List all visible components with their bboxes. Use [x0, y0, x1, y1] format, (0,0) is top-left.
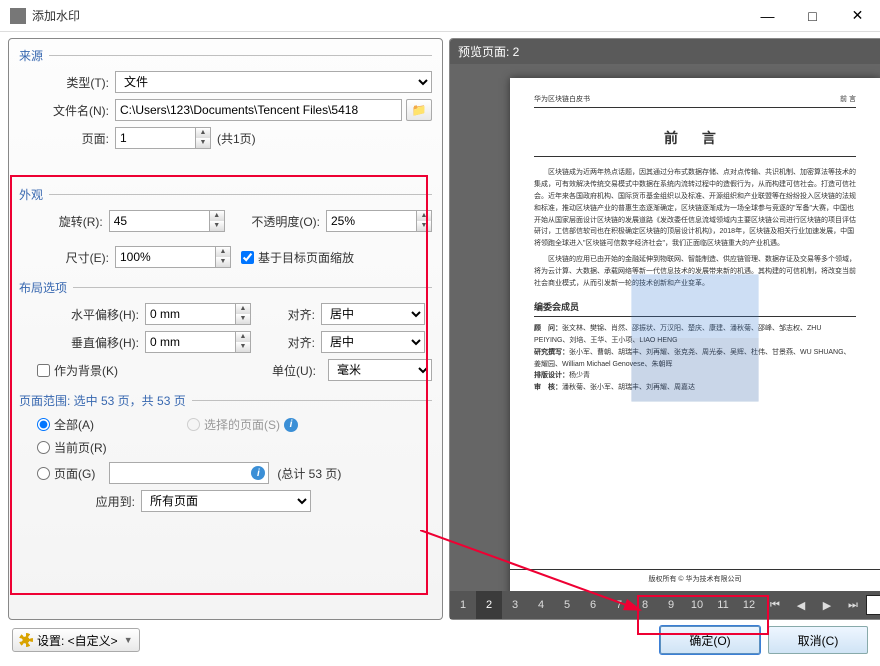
first-page-button[interactable]: ⏮: [762, 591, 788, 619]
preview-panel: 预览页面: 2 华为区块链白皮书前 言 前 言 区块链成为近两年热点话题，因其通…: [449, 38, 880, 620]
unit-label: 单位(U):: [272, 362, 316, 379]
apply-label: 应用到:: [19, 493, 135, 510]
prev-page-button[interactable]: ◀: [788, 591, 814, 619]
preview-page: 华为区块链白皮书前 言 前 言 区块链成为近两年热点话题，因其通过分布式数据存储…: [510, 78, 880, 591]
page-label: 页面:: [19, 130, 109, 147]
filename-input[interactable]: [115, 99, 402, 121]
page-5[interactable]: 5: [554, 591, 580, 619]
type-label: 类型(T):: [19, 74, 109, 91]
range-current-radio[interactable]: 当前页(R): [37, 439, 107, 456]
halign-select[interactable]: 居中: [321, 303, 425, 325]
page-spinner[interactable]: ▲▼: [115, 127, 211, 149]
app-icon: [10, 8, 26, 24]
valign-label: 对齐:: [265, 334, 315, 351]
voffset-label: 垂直偏移(H):: [19, 334, 139, 351]
page-7[interactable]: 7: [606, 591, 632, 619]
rotate-label: 旋转(R):: [19, 213, 103, 230]
hoffset-spinner[interactable]: ▲▼: [145, 303, 251, 325]
close-button[interactable]: ✕: [835, 0, 880, 32]
preview-pager: 1 2 3 4 5 6 7 8 9 10 11 12 ⏮ ◀ ▶ ⏭: [450, 591, 880, 619]
page-10[interactable]: 10: [684, 591, 710, 619]
unit-select[interactable]: 毫米: [328, 359, 432, 381]
window-title: 添加水印: [32, 7, 745, 24]
range-selected-radio[interactable]: 选择的页面(S): [187, 416, 280, 433]
range-heading: 页面范围: 选中 53 页，共 53 页: [9, 384, 442, 413]
valign-select[interactable]: 居中: [321, 331, 425, 353]
minimize-button[interactable]: —: [745, 0, 790, 32]
page-number-input[interactable]: [866, 595, 880, 615]
appearance-heading: 外观: [9, 178, 442, 207]
ok-button[interactable]: 确定(O): [660, 626, 760, 654]
range-pages-radio[interactable]: 页面(G): [37, 465, 95, 482]
doc-heading: 前 言: [534, 128, 856, 157]
browse-button[interactable]: 📁: [406, 99, 432, 121]
pages-total: (总计 53 页): [277, 465, 341, 482]
preview-heading: 预览页面: 2: [450, 39, 880, 64]
rotate-spinner[interactable]: ▲▼: [109, 210, 225, 232]
layout-heading: 布局选项: [9, 271, 442, 300]
maximize-button[interactable]: □: [790, 0, 835, 32]
cancel-button[interactable]: 取消(C): [768, 626, 868, 654]
page-4[interactable]: 4: [528, 591, 554, 619]
title-bar: 添加水印 — □ ✕: [0, 0, 880, 32]
opacity-label: 不透明度(O):: [231, 213, 320, 230]
preview-body: 华为区块链白皮书前 言 前 言 区块链成为近两年热点话题，因其通过分布式数据存储…: [450, 64, 880, 591]
size-spinner[interactable]: ▲▼: [115, 246, 231, 268]
scale-checkbox[interactable]: 基于目标页面缩放: [241, 249, 354, 266]
page-12[interactable]: 12: [736, 591, 762, 619]
page-3[interactable]: 3: [502, 591, 528, 619]
voffset-spinner[interactable]: ▲▼: [145, 331, 251, 353]
options-panel: 来源 类型(T): 文件 文件名(N): 📁 页面: ▲▼ (共1页) 外观 旋…: [8, 38, 443, 620]
source-heading: 来源: [9, 39, 442, 68]
size-label: 尺寸(E):: [19, 249, 109, 266]
page-11[interactable]: 11: [710, 591, 736, 619]
range-all-radio[interactable]: 全部(A): [37, 416, 187, 433]
page-9[interactable]: 9: [658, 591, 684, 619]
hoffset-label: 水平偏移(H):: [19, 306, 139, 323]
apply-select[interactable]: 所有页面: [141, 490, 311, 512]
last-page-button[interactable]: ⏭: [840, 591, 866, 619]
info-icon: i: [284, 418, 298, 432]
dialog-footer: 设置: <自定义> ▼ 确定(O) 取消(C): [0, 620, 880, 660]
background-checkbox[interactable]: 作为背景(K): [37, 362, 118, 379]
page-2[interactable]: 2: [476, 591, 502, 619]
type-select[interactable]: 文件: [115, 71, 432, 93]
gear-icon: [19, 633, 33, 647]
page-6[interactable]: 6: [580, 591, 606, 619]
settings-dropdown[interactable]: 设置: <自定义> ▼: [12, 628, 140, 652]
page-1[interactable]: 1: [450, 591, 476, 619]
halign-label: 对齐:: [265, 306, 315, 323]
page-total: (共1页): [217, 130, 256, 147]
next-page-button[interactable]: ▶: [814, 591, 840, 619]
page-8[interactable]: 8: [632, 591, 658, 619]
pages-input[interactable]: [109, 462, 269, 484]
opacity-spinner[interactable]: ▲▼: [326, 210, 432, 232]
filename-label: 文件名(N):: [19, 102, 109, 119]
